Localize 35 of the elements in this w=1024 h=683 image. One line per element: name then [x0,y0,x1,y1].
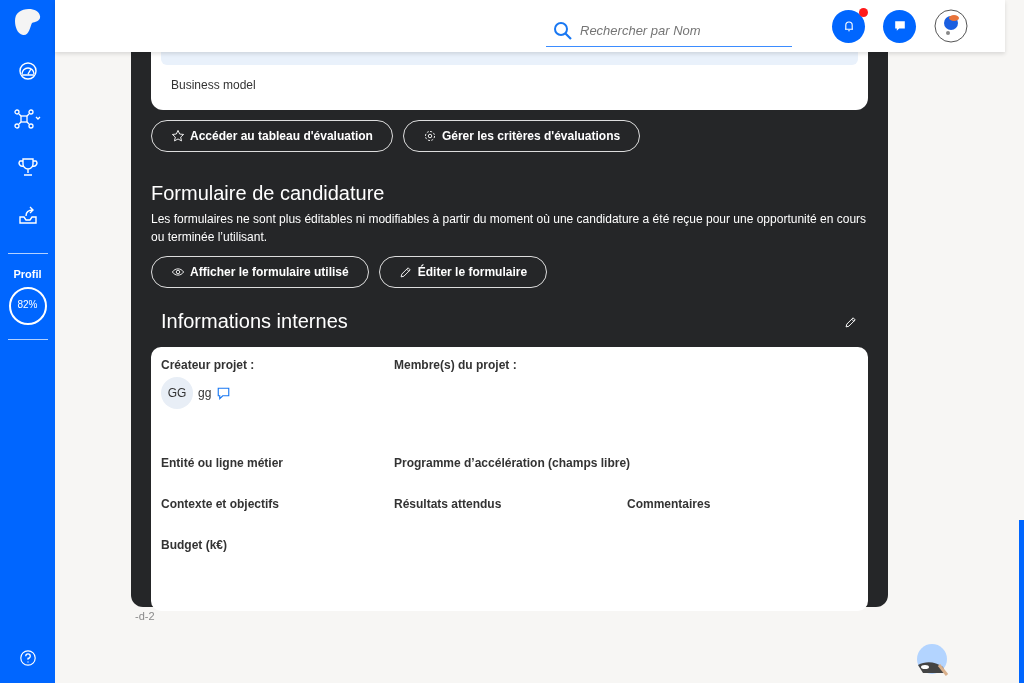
trophy-icon[interactable] [17,157,38,177]
field-label: Budget (k€) [161,538,228,552]
dashboard-gauge-icon[interactable] [17,61,38,81]
logo-icon[interactable] [12,8,43,38]
field-label: Résultats attendus [394,497,503,511]
messages-button[interactable] [883,9,916,43]
field-label: Créateur projet : [161,358,256,372]
chat-icon[interactable] [216,385,232,401]
gear-icon [422,129,437,143]
edit-pencil-icon[interactable] [844,314,858,329]
section-title: Informations internes [161,310,348,333]
section-title: Formulaire de candidature [151,182,386,205]
profile-label: Profil [13,268,42,280]
eye-icon [171,265,185,279]
profile-percentage: 82% [16,299,39,310]
field-label: Contexte et objectifs [161,497,281,511]
field-label: Membre(s) du projet : [394,358,518,372]
pencil-icon [398,265,413,279]
evaluation-item: Business model [170,78,257,92]
footer-code: -d-2 [135,610,155,622]
chatbot-avatar-icon[interactable] [915,643,949,677]
user-avatar: GG [161,377,193,409]
network-icon[interactable] [13,109,42,129]
avatar-icon[interactable] [934,9,968,43]
notifications-button[interactable] [832,9,865,43]
search-field[interactable]: Rechercher par Nom [546,15,792,47]
help-icon[interactable] [18,649,37,667]
field-label: Entité ou ligne métier [161,456,284,470]
search-icon [553,20,573,41]
profile-ring [7,286,48,326]
user-name: gg [198,386,212,400]
field-label: Commentaires [627,497,712,511]
section-description: Les formulaires ne sont plus éditables ni modifiables à partir du moment où une candidature a été reçue pour une opportunité en cours ou terminée l’utilisant. [151,211,868,246]
share-icon[interactable] [17,205,38,225]
star-icon [171,129,185,143]
